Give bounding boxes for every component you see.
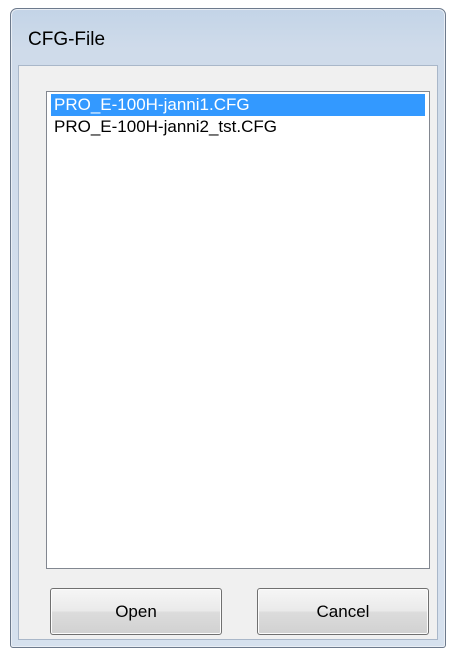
dialog-client-area: PRO_E-100H-janni1.CFG PRO_E-100H-janni2_… <box>18 65 438 640</box>
open-button[interactable]: Open <box>50 588 222 635</box>
window-title: CFG-File <box>28 29 106 50</box>
title-bar[interactable]: CFG-File <box>11 9 445 65</box>
list-item-cfg-file-1[interactable]: PRO_E-100H-janni1.CFG <box>51 94 425 116</box>
dialog-window: CFG-File PRO_E-100H-janni1.CFG PRO_E-100… <box>10 8 446 648</box>
list-item-cfg-file-2[interactable]: PRO_E-100H-janni2_tst.CFG <box>51 116 425 138</box>
file-listbox[interactable]: PRO_E-100H-janni1.CFG PRO_E-100H-janni2_… <box>46 91 430 569</box>
cancel-button[interactable]: Cancel <box>257 588 429 635</box>
